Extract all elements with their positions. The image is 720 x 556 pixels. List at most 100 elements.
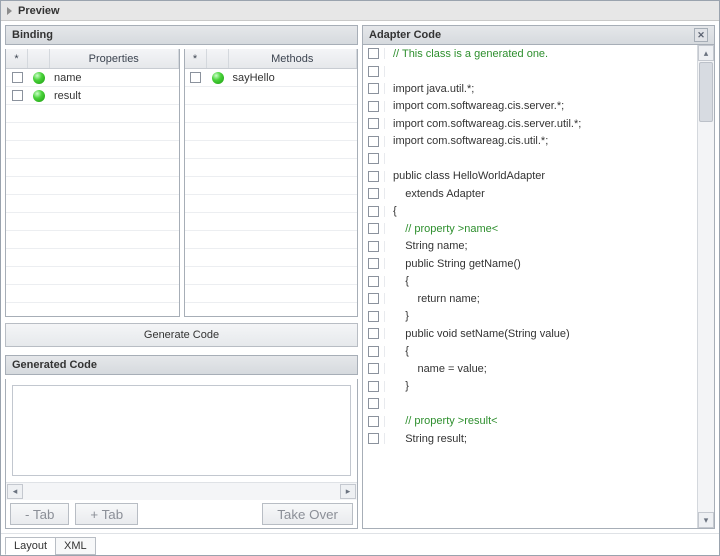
methods-body: sayHello <box>185 69 358 316</box>
code-row[interactable]: public String getName() <box>363 255 697 273</box>
checkbox[interactable] <box>368 258 379 269</box>
code-text: } <box>385 380 697 392</box>
checkbox[interactable] <box>368 363 379 374</box>
code-row[interactable]: import com.softwareag.cis.server.util.*; <box>363 115 697 133</box>
code-row[interactable]: // This class is a generated one. <box>363 45 697 63</box>
code-row[interactable]: { <box>363 203 697 221</box>
left-column: Binding * Properties name result <box>5 25 358 529</box>
code-row[interactable]: { <box>363 343 697 361</box>
code-row[interactable]: // property >result< <box>363 413 697 431</box>
checkbox[interactable] <box>368 118 379 129</box>
adapter-body: // This class is a generated one. import … <box>362 45 715 529</box>
code-text: // This class is a generated one. <box>385 48 697 60</box>
code-row[interactable]: String result; <box>363 430 697 448</box>
checkbox[interactable] <box>368 83 379 94</box>
checkbox[interactable] <box>368 433 379 444</box>
bottom-tabs: Layout XML <box>1 533 719 555</box>
take-over-button[interactable]: Take Over <box>262 503 353 525</box>
scroll-up-icon[interactable]: ▴ <box>698 45 714 61</box>
tab-xml[interactable]: XML <box>55 537 96 555</box>
checkbox[interactable] <box>368 66 379 77</box>
code-row[interactable]: } <box>363 378 697 396</box>
code-row[interactable] <box>363 63 697 81</box>
scroll-thumb[interactable] <box>699 62 713 122</box>
adapter-header: Adapter Code ✕ <box>362 25 715 45</box>
generated-textarea[interactable] <box>12 385 351 476</box>
status-dot-icon <box>33 90 45 102</box>
table-row[interactable]: sayHello <box>185 69 358 87</box>
code-row[interactable]: extends Adapter <box>363 185 697 203</box>
checkbox[interactable] <box>190 72 201 83</box>
checkbox[interactable] <box>368 416 379 427</box>
checkbox[interactable] <box>368 48 379 59</box>
checkbox[interactable] <box>368 398 379 409</box>
checkbox[interactable] <box>368 276 379 287</box>
methods-header-status[interactable] <box>207 49 229 68</box>
table-row <box>185 195 358 213</box>
checkbox[interactable] <box>12 72 23 83</box>
binding-title: Binding <box>12 29 53 41</box>
checkbox[interactable] <box>368 381 379 392</box>
table-row <box>6 141 179 159</box>
checkbox[interactable] <box>12 90 23 101</box>
properties-header-status[interactable] <box>28 49 50 68</box>
code-row[interactable]: import java.util.*; <box>363 80 697 98</box>
generated-body: ◂ ▸ - Tab + Tab Take Over <box>5 379 358 529</box>
code-text: return name; <box>385 293 697 305</box>
code-text: public class HelloWorldAdapter <box>385 170 697 182</box>
code-row[interactable] <box>363 150 697 168</box>
code-row[interactable]: return name; <box>363 290 697 308</box>
checkbox[interactable] <box>368 223 379 234</box>
code-row[interactable]: // property >name< <box>363 220 697 238</box>
checkbox[interactable] <box>368 328 379 339</box>
code-row[interactable]: String name; <box>363 238 697 256</box>
checkbox[interactable] <box>368 153 379 164</box>
code-row[interactable] <box>363 395 697 413</box>
generated-hscrollbar[interactable]: ◂ ▸ <box>6 482 357 500</box>
checkbox[interactable] <box>368 136 379 147</box>
adapter-scroll: // This class is a generated one. import … <box>363 45 697 528</box>
table-row[interactable]: result <box>6 87 179 105</box>
checkbox[interactable] <box>368 171 379 182</box>
code-text: { <box>385 205 697 217</box>
table-row[interactable]: name <box>6 69 179 87</box>
properties-header-star[interactable]: * <box>6 49 28 68</box>
code-row[interactable]: import com.softwareag.cis.server.*; <box>363 98 697 116</box>
preview-window: Preview Binding * Properties <box>0 0 720 556</box>
checkbox[interactable] <box>368 188 379 199</box>
checkbox[interactable] <box>368 311 379 322</box>
code-row[interactable]: public void setName(String value) <box>363 325 697 343</box>
code-row[interactable]: public class HelloWorldAdapter <box>363 168 697 186</box>
scroll-left-icon[interactable]: ◂ <box>7 484 23 499</box>
close-icon[interactable]: ✕ <box>694 28 708 42</box>
properties-header-label[interactable]: Properties <box>50 49 179 68</box>
checkbox[interactable] <box>368 241 379 252</box>
row-label: result <box>50 90 179 102</box>
code-text: import java.util.*; <box>385 83 697 95</box>
minus-tab-button[interactable]: - Tab <box>10 503 69 525</box>
code-row[interactable]: } <box>363 308 697 326</box>
code-row[interactable]: { <box>363 273 697 291</box>
code-row[interactable]: name = value; <box>363 360 697 378</box>
code-row[interactable]: import com.softwareag.cis.util.*; <box>363 133 697 151</box>
code-text: extends Adapter <box>385 188 697 200</box>
plus-tab-button[interactable]: + Tab <box>75 503 138 525</box>
checkbox[interactable] <box>368 101 379 112</box>
methods-header-star[interactable]: * <box>185 49 207 68</box>
generated-header: Generated Code <box>5 355 358 375</box>
scroll-down-icon[interactable]: ▾ <box>698 512 714 528</box>
methods-header-label[interactable]: Methods <box>229 49 358 68</box>
checkbox[interactable] <box>368 293 379 304</box>
tab-layout[interactable]: Layout <box>5 537 56 555</box>
table-row <box>6 285 179 303</box>
generate-code-button[interactable]: Generate Code <box>5 323 358 347</box>
checkbox[interactable] <box>368 346 379 357</box>
code-text: name = value; <box>385 363 697 375</box>
adapter-vscrollbar[interactable]: ▴ ▾ <box>697 45 714 528</box>
table-row <box>185 213 358 231</box>
table-row <box>185 159 358 177</box>
checkbox[interactable] <box>368 206 379 217</box>
table-row <box>185 285 358 303</box>
table-row <box>6 105 179 123</box>
scroll-right-icon[interactable]: ▸ <box>340 484 356 499</box>
